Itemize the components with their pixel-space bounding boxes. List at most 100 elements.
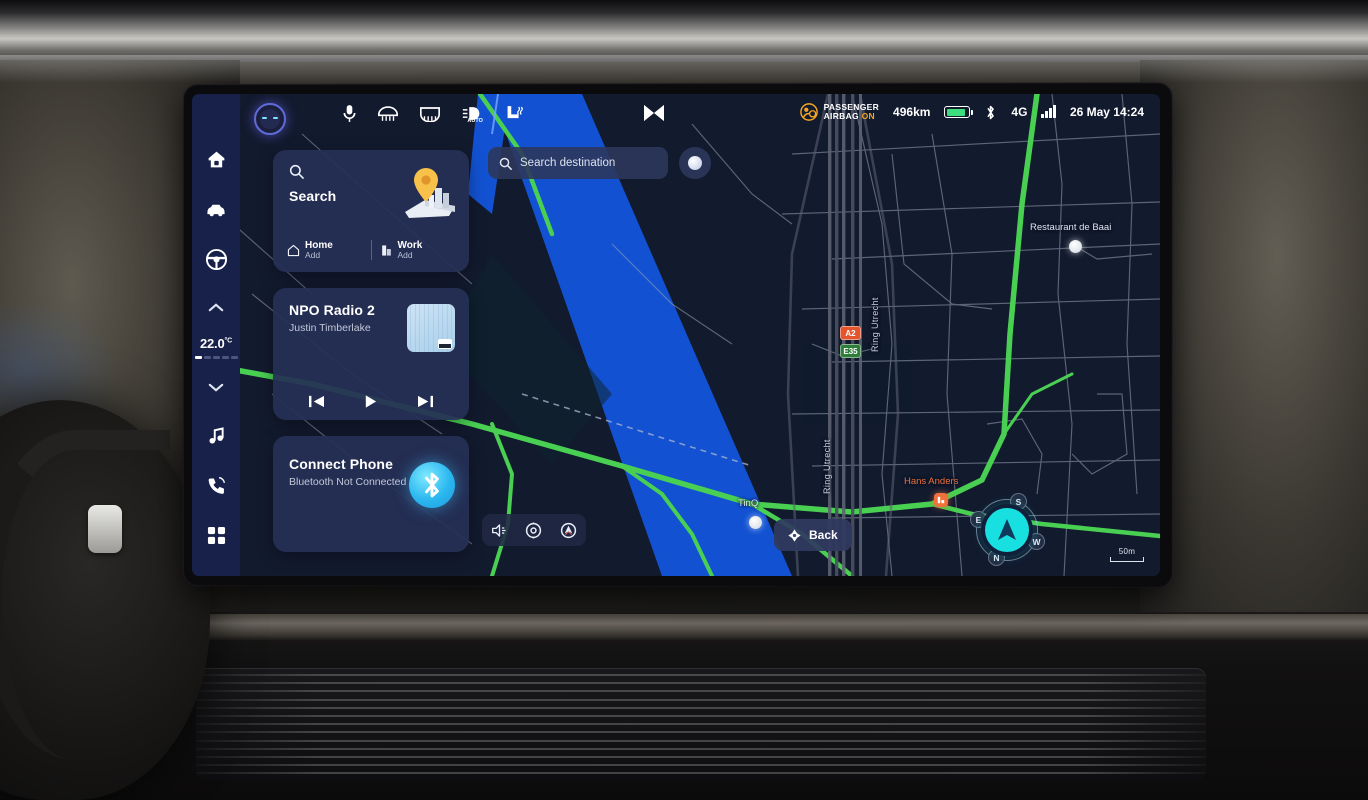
sidebar-item-music[interactable] <box>196 410 236 460</box>
fan-step-1[interactable] <box>194 355 202 359</box>
search-card[interactable]: Search Home Add Work Add <box>273 150 469 272</box>
back-button-label: Back <box>809 528 838 542</box>
temperature-display: 22.0°C <box>194 324 238 370</box>
search-destination-input[interactable]: Search destination <box>488 147 668 179</box>
shortcut-home[interactable]: Home Add <box>287 240 363 261</box>
fan-level-indicator[interactable] <box>194 355 238 359</box>
temp-down-button[interactable] <box>196 370 236 404</box>
avatar-eye-right <box>273 117 278 119</box>
road-label-ring-utrecht-2: Ring Utrecht <box>822 439 832 494</box>
battery-fill <box>946 108 966 116</box>
artwork-line <box>414 304 416 352</box>
voice-search-button[interactable] <box>679 147 711 179</box>
artwork-line <box>419 304 421 352</box>
fan-step-2[interactable] <box>203 355 211 359</box>
search-icon <box>499 157 512 170</box>
skip-previous-icon <box>309 395 325 408</box>
skip-next-icon <box>417 395 433 408</box>
building-icon <box>381 245 391 256</box>
microphone-icon[interactable] <box>342 104 357 123</box>
car-icon <box>207 204 225 217</box>
bluetooth-icon <box>409 462 455 508</box>
front-defrost-icon[interactable] <box>419 105 441 122</box>
highway-shield-e35: E35 <box>840 344 861 358</box>
steering-wheel-rim <box>0 430 170 760</box>
media-card[interactable]: NPO Radio 2 Justin Timberlake <box>273 288 469 420</box>
rear-defrost-icon[interactable] <box>377 105 399 122</box>
auto-headlight-icon[interactable]: AUTO <box>461 104 483 123</box>
road-label-ring-utrecht-1: Ring Utrecht <box>870 297 880 352</box>
vehicle-position-marker[interactable]: E S W N <box>970 493 1045 566</box>
vent-slat <box>196 764 1206 767</box>
back-button[interactable]: Back <box>774 519 852 551</box>
vent-slat <box>196 723 1206 726</box>
poi-tinq-dot[interactable] <box>749 516 762 529</box>
media-transport-controls[interactable] <box>273 394 469 409</box>
map-control-bar[interactable] <box>482 514 586 546</box>
home-icon <box>208 151 224 167</box>
sidebar-item-apps[interactable] <box>196 510 236 560</box>
car-interior-scene: Ring Utrecht Ring Utrecht A2 E35 Restaur… <box>0 0 1368 800</box>
music-note-icon <box>209 426 224 444</box>
connect-phone-card[interactable]: Connect Phone Bluetooth Not Connected <box>273 436 469 552</box>
infotainment-screen[interactable]: Ring Utrecht Ring Utrecht A2 E35 Restaur… <box>192 94 1160 576</box>
compass-button[interactable] <box>560 522 577 539</box>
airbag-text: PASSENGER AIRBAG ON <box>824 102 879 122</box>
play-button[interactable] <box>363 394 378 409</box>
vent-slat <box>196 698 1206 701</box>
sidebar-item-car[interactable] <box>196 184 236 234</box>
sidebar-item-home[interactable] <box>196 134 236 184</box>
voice-search-orb <box>688 156 702 170</box>
passenger-airbag-icon <box>799 103 818 122</box>
search-icon <box>289 164 304 179</box>
sidebar-item-driving[interactable] <box>196 234 236 284</box>
sidebar[interactable]: 22.0°C <box>192 94 240 576</box>
climate-quick-icons[interactable]: AUTO <box>342 103 667 123</box>
artwork-line <box>410 304 411 352</box>
shortcut-work[interactable]: Work Add <box>380 240 456 261</box>
poi-restaurant-de-baai-dot[interactable] <box>1069 240 1082 253</box>
temperature-number: 22.0 <box>200 335 225 351</box>
passenger-airbag-indicator: PASSENGER AIRBAG ON <box>799 102 879 122</box>
shortcut-divider <box>370 240 372 261</box>
svg-text:AUTO: AUTO <box>467 118 483 123</box>
fan-step-3[interactable] <box>212 355 220 359</box>
fan-step-4[interactable] <box>221 355 229 359</box>
assistant-avatar-icon[interactable] <box>254 103 286 135</box>
play-icon <box>366 395 377 408</box>
poi-tinq-label: TinQ <box>738 498 759 509</box>
battery-icon <box>944 106 974 119</box>
vent-slat <box>196 674 1206 676</box>
album-artwork <box>407 304 455 352</box>
phone-icon <box>208 476 225 494</box>
sidebar-item-phone[interactable] <box>196 460 236 510</box>
poi-hans-anders-marker[interactable] <box>934 493 948 507</box>
map-scale: 50m <box>1110 547 1144 562</box>
map-scale-label: 50m <box>1118 547 1136 556</box>
heated-seat-icon[interactable] <box>503 104 525 123</box>
vent-slat <box>196 682 1206 685</box>
avatar-face <box>260 109 280 129</box>
air-vent <box>196 668 1206 780</box>
status-indicators: PASSENGER AIRBAG ON 496km 4G 26 May 14:2… <box>799 102 1144 122</box>
volume-button[interactable] <box>491 523 508 538</box>
chevron-down-icon <box>208 383 224 392</box>
home-outline-icon <box>287 244 300 256</box>
recenter-button[interactable] <box>525 521 542 539</box>
next-track-button[interactable] <box>417 394 434 409</box>
navigate-diamond-icon <box>788 528 801 542</box>
target-icon <box>526 521 542 539</box>
fan-step-5[interactable] <box>230 355 238 359</box>
avatar-eye-left <box>262 117 267 119</box>
map-pin-illustration <box>399 162 461 224</box>
cardinal-south: S <box>1010 493 1027 510</box>
apps-grid-icon <box>207 526 225 544</box>
shop-icon <box>937 496 945 504</box>
search-card-shortcuts[interactable]: Home Add Work Add <box>287 240 455 261</box>
dashboard-right-panel <box>1140 60 1368 620</box>
shortcut-work-sub: Add <box>397 250 413 261</box>
temp-up-button[interactable] <box>196 290 236 324</box>
seat-ventilation-icon[interactable] <box>641 103 667 123</box>
previous-track-button[interactable] <box>308 394 325 409</box>
airbag-state: ON <box>861 111 875 122</box>
